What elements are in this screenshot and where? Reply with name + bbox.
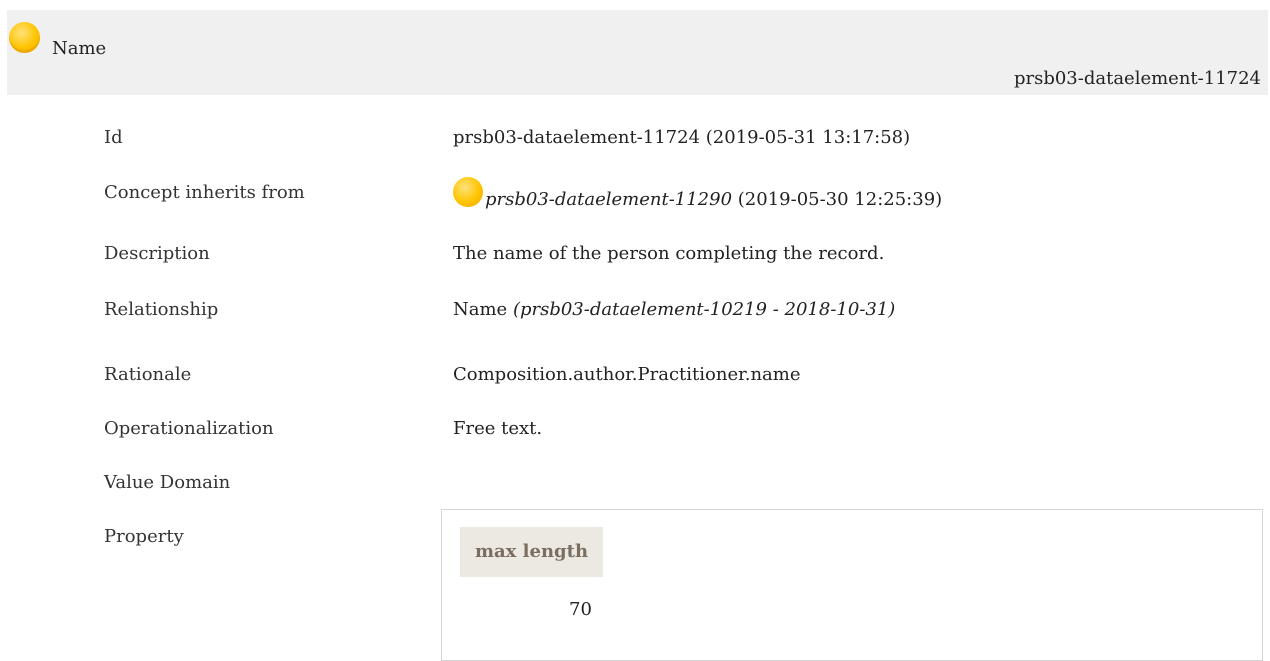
inherits-label: Concept inherits from	[104, 182, 305, 203]
concept-id-header: prsb03-dataelement-11724	[1013, 68, 1261, 89]
relationship-value: Name (prsb03-dataelement-10219 - 2018-10…	[453, 299, 895, 320]
operationalization-label: Operationalization	[104, 418, 274, 439]
description-value: The name of the person completing the re…	[453, 243, 885, 264]
relationship-ref[interactable]: (prsb03-dataelement-10219 - 2018-10-31)	[513, 299, 895, 320]
inherits-value: prsb03-dataelement-11290 (2019-05-30 12:…	[453, 177, 943, 214]
id-value: prsb03-dataelement-11724 (2019-05-31 13:…	[453, 127, 911, 148]
status-orange-icon	[453, 177, 483, 207]
concept-header: Name prsb03-dataelement-11724	[7, 10, 1268, 95]
property-label: Property	[104, 526, 184, 547]
description-label: Description	[104, 243, 210, 264]
inherits-link[interactable]: prsb03-dataelement-11290	[485, 189, 732, 210]
property-table: max length 70	[441, 509, 1263, 661]
inherits-date: (2019-05-30 12:25:39)	[737, 189, 943, 210]
property-column-header: max length	[460, 527, 603, 577]
operationalization-value: Free text.	[453, 418, 543, 439]
concept-title: Name	[52, 38, 107, 59]
relationship-label: Relationship	[104, 299, 219, 320]
status-orange-icon	[9, 22, 40, 53]
value-domain-label: Value Domain	[104, 472, 231, 493]
property-max-length-value: 70	[569, 599, 592, 620]
relationship-name: Name	[453, 299, 508, 320]
id-label: Id	[104, 127, 123, 148]
rationale-value: Composition.author.Practitioner.name	[453, 364, 801, 385]
rationale-label: Rationale	[104, 364, 192, 385]
